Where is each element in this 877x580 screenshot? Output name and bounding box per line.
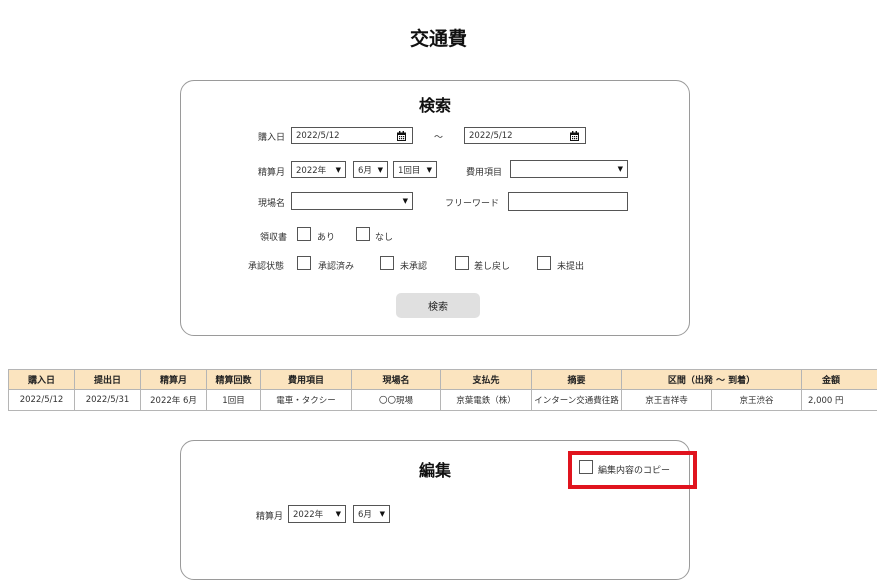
col-summary: 摘要 (532, 370, 622, 390)
search-button[interactable]: 検索 (396, 293, 480, 318)
settle-year-value: 2022年 (296, 164, 326, 176)
cell-departure: 京王吉祥寺 (622, 390, 712, 411)
receipt-yes-checkbox[interactable] (297, 227, 311, 241)
unsubmitted-checkbox[interactable] (537, 256, 551, 270)
col-settle-count: 精算回数 (207, 370, 261, 390)
col-settle-month: 精算月 (141, 370, 207, 390)
edit-settle-year-select[interactable]: 2022年 ▼ (288, 505, 346, 523)
unapproved-label: 未承認 (400, 259, 427, 272)
col-submit-date: 提出日 (75, 370, 141, 390)
receipt-no-checkbox[interactable] (356, 227, 370, 241)
chevron-down-icon: ▼ (618, 165, 623, 173)
cell-settle-count: 1回目 (207, 390, 261, 411)
cell-purchase-date: 2022/5/12 (9, 390, 75, 411)
unapproved-checkbox[interactable] (380, 256, 394, 270)
approved-label: 承認済み (318, 259, 354, 272)
settle-year-select[interactable]: 2022年 ▼ (291, 161, 346, 178)
freeword-label: フリーワード (445, 196, 499, 209)
cell-expense-item: 電車・タクシー (261, 390, 352, 411)
calendar-icon[interactable] (397, 131, 406, 141)
settle-count-value: 1回目 (398, 164, 420, 176)
col-purchase-date: 購入日 (9, 370, 75, 390)
copy-edit-checkbox[interactable] (579, 460, 593, 474)
chevron-down-icon: ▼ (380, 510, 385, 518)
edit-settle-month-select[interactable]: 6月 ▼ (353, 505, 390, 523)
chevron-down-icon: ▼ (403, 197, 408, 205)
settle-count-select[interactable]: 1回目 ▼ (393, 161, 437, 178)
results-table: 購入日 提出日 精算月 精算回数 費用項目 現場名 支払先 摘要 区間（出発 ～… (8, 369, 877, 411)
cell-site: 〇〇現場 (352, 390, 441, 411)
site-select[interactable]: ▼ (291, 192, 413, 210)
chevron-down-icon: ▼ (336, 166, 341, 174)
receipt-yes-label: あり (317, 230, 335, 243)
chevron-down-icon: ▼ (378, 166, 383, 174)
site-label: 現場名 (258, 196, 285, 209)
settle-month-select[interactable]: 6月 ▼ (353, 161, 388, 178)
cell-submit-date: 2022/5/31 (75, 390, 141, 411)
purchase-date-to-value: 2022/5/12 (469, 131, 513, 141)
table-header-row: 購入日 提出日 精算月 精算回数 費用項目 現場名 支払先 摘要 区間（出発 ～… (9, 370, 877, 390)
col-amount: 金額 (802, 370, 877, 390)
settle-month-label: 精算月 (258, 165, 285, 178)
cell-summary: インターン交通費往路 (532, 390, 622, 411)
returned-label: 差し戻し (474, 259, 510, 272)
purchase-date-label: 購入日 (258, 130, 285, 143)
col-payee: 支払先 (441, 370, 532, 390)
receipt-label: 領収書 (260, 230, 287, 243)
date-range-separator: ～ (434, 130, 443, 143)
expense-item-label: 費用項目 (466, 165, 502, 178)
chevron-down-icon: ▼ (427, 166, 432, 174)
page-title: 交通費 (0, 24, 877, 51)
col-section: 区間（出発 ～ 到着） (622, 370, 802, 390)
purchase-date-to-input[interactable]: 2022/5/12 (464, 127, 586, 144)
copy-edit-label: 編集内容のコピー (598, 463, 670, 476)
purchase-date-from-input[interactable]: 2022/5/12 (291, 127, 413, 144)
search-panel-title: 検索 (180, 92, 690, 116)
edit-settle-month-label: 精算月 (256, 509, 283, 522)
col-site: 現場名 (352, 370, 441, 390)
table-row[interactable]: 2022/5/12 2022/5/31 2022年 6月 1回目 電車・タクシー… (9, 390, 877, 411)
cell-arrival: 京王渋谷 (712, 390, 802, 411)
unsubmitted-label: 未提出 (557, 259, 584, 272)
calendar-icon[interactable] (570, 131, 579, 141)
cell-payee: 京葉電鉄（株） (441, 390, 532, 411)
chevron-down-icon: ▼ (336, 510, 341, 518)
approval-status-label: 承認状態 (248, 259, 284, 272)
cell-amount: 2,000 円 (802, 390, 877, 411)
purchase-date-from-value: 2022/5/12 (296, 131, 340, 141)
expense-item-select[interactable]: ▼ (510, 160, 628, 178)
edit-settle-month-value: 6月 (358, 508, 372, 520)
col-expense-item: 費用項目 (261, 370, 352, 390)
settle-month-value: 6月 (358, 164, 372, 176)
freeword-input[interactable] (508, 192, 628, 211)
edit-settle-year-value: 2022年 (293, 508, 323, 520)
cell-settle-month: 2022年 6月 (141, 390, 207, 411)
receipt-no-label: なし (375, 230, 393, 243)
approved-checkbox[interactable] (297, 256, 311, 270)
returned-checkbox[interactable] (455, 256, 469, 270)
